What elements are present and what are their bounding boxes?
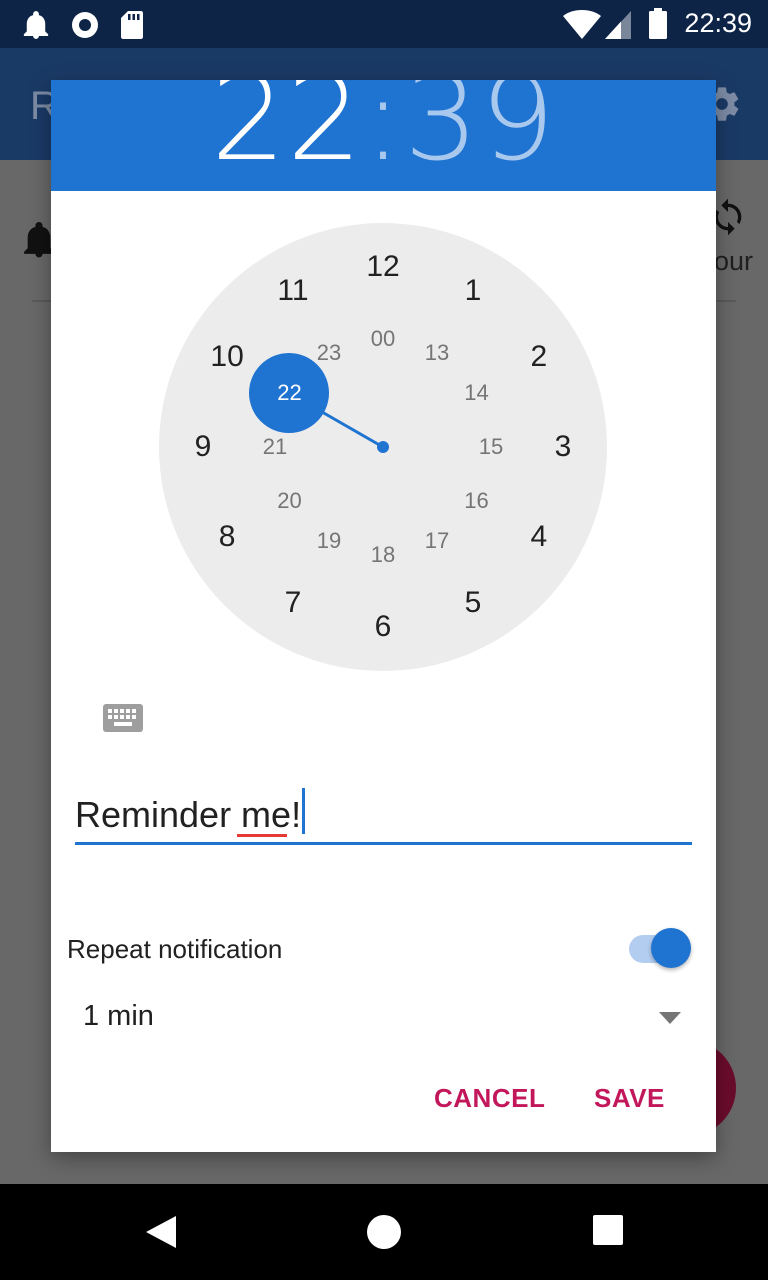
header-minute[interactable]: 39 bbox=[404, 80, 556, 187]
switch-thumb bbox=[651, 928, 691, 968]
clock-number-14[interactable]: 14 bbox=[447, 373, 507, 413]
home-icon[interactable] bbox=[366, 1214, 402, 1250]
notification-bell-icon bbox=[23, 11, 49, 39]
keyboard-icon[interactable] bbox=[103, 704, 143, 732]
repeat-notification-label: Repeat notification bbox=[67, 934, 283, 964]
battery-icon bbox=[649, 8, 667, 39]
back-icon[interactable] bbox=[144, 1214, 178, 1250]
clock-number-17[interactable]: 17 bbox=[407, 521, 467, 561]
wifi-icon bbox=[563, 10, 601, 39]
clock-number-11[interactable]: 11 bbox=[263, 271, 323, 311]
repeat-interval-value: 1 min bbox=[83, 1000, 154, 1032]
clock-number-12[interactable]: 12 bbox=[353, 247, 413, 287]
clock-number-13[interactable]: 13 bbox=[407, 333, 467, 373]
dropdown-arrow-icon bbox=[659, 1012, 681, 1024]
clock-face[interactable]: 12 1 2 3 4 5 6 7 8 9 10 11 00 13 14 15 16 17 18 19 20 21 22 23 bbox=[159, 223, 607, 671]
clock-number-2[interactable]: 2 bbox=[509, 337, 569, 377]
clock-number-18[interactable]: 18 bbox=[353, 535, 413, 575]
clock-number-21[interactable]: 21 bbox=[245, 427, 305, 467]
header-separator: : bbox=[363, 80, 404, 187]
clock-number-9[interactable]: 9 bbox=[173, 427, 233, 467]
clock-number-8[interactable]: 8 bbox=[197, 517, 257, 557]
dialog-header: 22:39 bbox=[51, 80, 716, 191]
reminder-label-input[interactable]: Reminder me! bbox=[75, 786, 692, 845]
clock-number-3[interactable]: 3 bbox=[533, 427, 593, 467]
clock-number-00[interactable]: 00 bbox=[353, 319, 413, 359]
clock-number-5[interactable]: 5 bbox=[443, 583, 503, 623]
text-cursor bbox=[302, 788, 305, 834]
clock-number-19[interactable]: 19 bbox=[299, 521, 359, 561]
status-bar: 22:39 bbox=[0, 0, 768, 48]
clock-number-6[interactable]: 6 bbox=[353, 607, 413, 647]
repeat-interval-dropdown[interactable]: 1 min bbox=[67, 990, 687, 1046]
reminder-label-text: Reminder me! bbox=[75, 794, 302, 835]
recents-icon[interactable] bbox=[592, 1214, 624, 1248]
clock-number-22[interactable]: 22 bbox=[259, 373, 319, 413]
clock-number-15[interactable]: 15 bbox=[461, 427, 521, 467]
clock-number-4[interactable]: 4 bbox=[509, 517, 569, 557]
clock-number-16[interactable]: 16 bbox=[447, 481, 507, 521]
clock-number-10[interactable]: 10 bbox=[197, 337, 257, 377]
clock-center-dot bbox=[377, 441, 389, 453]
save-button[interactable]: SAVE bbox=[594, 1078, 665, 1118]
clock-number-7[interactable]: 7 bbox=[263, 583, 323, 623]
sync-label: our bbox=[714, 246, 754, 276]
status-time: 22:39 bbox=[684, 8, 752, 38]
cancel-button[interactable]: CANCEL bbox=[434, 1078, 545, 1118]
sd-card-icon bbox=[121, 11, 143, 39]
clock-number-20[interactable]: 20 bbox=[259, 481, 319, 521]
cell-signal-icon bbox=[605, 11, 631, 39]
header-hour[interactable]: 22 bbox=[211, 80, 363, 187]
clock-number-1[interactable]: 1 bbox=[443, 271, 503, 311]
time-picker-dialog: 22:39 12 1 2 3 4 5 6 7 8 9 10 11 00 13 14 15 16 17 18 19 20 2… bbox=[51, 80, 716, 1152]
spellcheck-underline bbox=[237, 834, 287, 837]
record-icon bbox=[72, 12, 98, 38]
repeat-notification-switch[interactable] bbox=[627, 928, 693, 970]
clock-number-23[interactable]: 23 bbox=[299, 333, 359, 373]
navigation-bar bbox=[0, 1184, 768, 1280]
header-time: 22:39 bbox=[51, 80, 716, 188]
